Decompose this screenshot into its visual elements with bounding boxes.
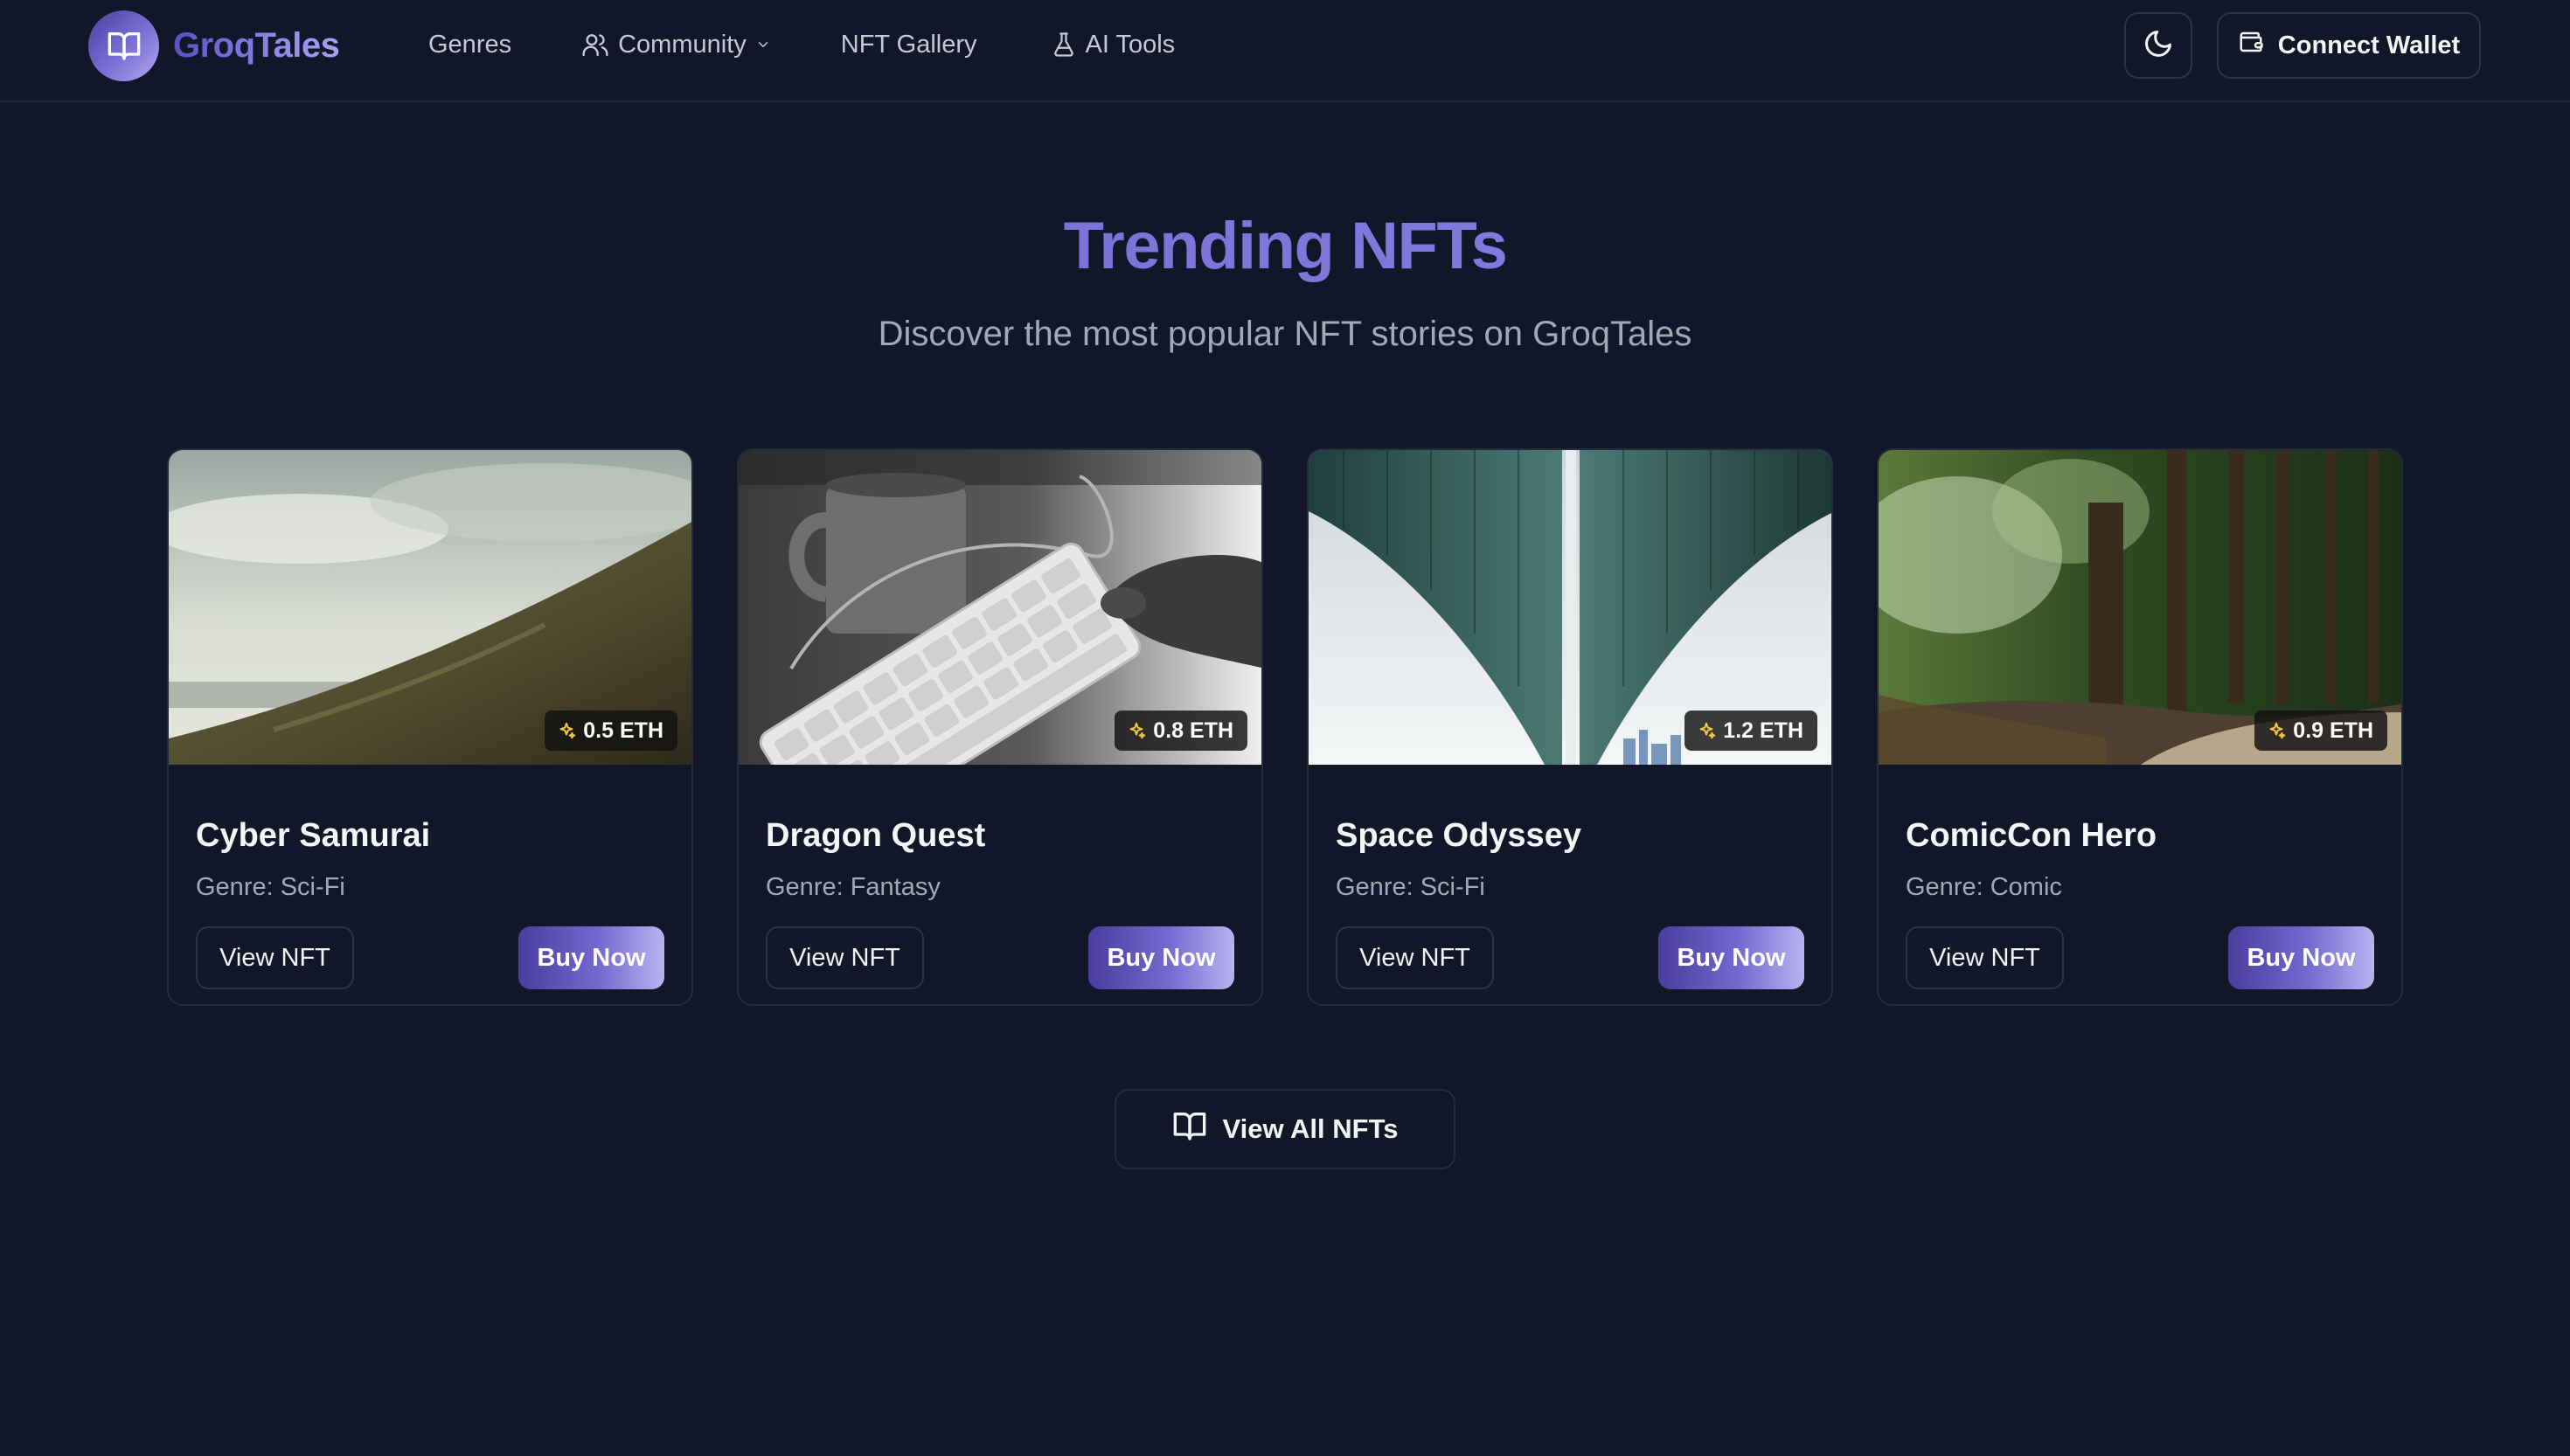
price-badge: 1.2 ETH [1684, 711, 1817, 751]
nav-item-label: AI Tools [1085, 30, 1176, 59]
flask-icon [1051, 31, 1077, 58]
brand-logo-link[interactable]: GroqTales [88, 10, 340, 81]
card-genre: Genre: Comic [1906, 873, 2062, 901]
buy-now-button[interactable]: Buy Now [2228, 926, 2374, 989]
card-body: ComicCon Hero Genre: Comic View NFT Buy … [1906, 765, 2374, 1004]
wallet-button-label: Connect Wallet [2277, 31, 2461, 59]
nav-item-label: Genres [428, 30, 512, 59]
price-badge: 0.8 ETH [1115, 711, 1247, 751]
book-open-icon [1172, 1108, 1207, 1150]
price-label: 1.2 ETH [1723, 718, 1803, 743]
page-title: Trending NFTs [0, 208, 2570, 284]
sparkles-icon [2267, 721, 2286, 740]
nft-card: 1.2 ETH Space Odyssey Genre: Sci-Fi View… [1307, 448, 1833, 1006]
page-subtitle: Discover the most popular NFT stories on… [878, 315, 1692, 353]
users-icon [581, 31, 609, 59]
sparkles-icon [1697, 721, 1716, 740]
card-title: Cyber Samurai [196, 817, 431, 854]
price-label: 0.8 ETH [1153, 718, 1233, 743]
price-badge: 0.9 ETH [2254, 711, 2387, 751]
nav-item-community[interactable]: Community [581, 22, 771, 68]
buy-now-button[interactable]: Buy Now [1088, 926, 1234, 989]
buy-now-button[interactable]: Buy Now [1658, 926, 1804, 989]
view-nft-button[interactable]: View NFT [1906, 926, 2064, 989]
nav-item-ai-tools[interactable]: AI Tools [1051, 22, 1176, 68]
book-open-icon [88, 10, 159, 81]
nft-card: 0.9 ETH ComicCon Hero Genre: Comic View … [1877, 448, 2403, 1006]
nft-image[interactable]: 0.5 ETH [169, 450, 691, 765]
sparkles-icon [557, 721, 576, 740]
brand-name: GroqTales [173, 25, 340, 65]
view-nft-button[interactable]: View NFT [1336, 926, 1494, 989]
card-genre: Genre: Sci-Fi [1336, 873, 1485, 901]
view-all-nfts-button[interactable]: View All NFTs [1115, 1089, 1455, 1169]
connect-wallet-button[interactable]: Connect Wallet [2217, 12, 2481, 79]
price-label: 0.5 ETH [583, 718, 663, 743]
view-nft-button[interactable]: View NFT [766, 926, 924, 989]
nav-item-label: Community [618, 30, 747, 59]
card-genre: Genre: Fantasy [766, 873, 941, 901]
top-navbar: GroqTales Genres Community NFT Gallery A… [0, 0, 2570, 102]
sparkles-icon [1127, 721, 1146, 740]
theme-toggle-button[interactable] [2124, 12, 2192, 79]
moon-icon [2143, 28, 2174, 64]
view-all-label: View All NFTs [1222, 1113, 1399, 1144]
wallet-icon [2238, 29, 2264, 62]
nft-image[interactable]: 0.8 ETH [739, 450, 1261, 765]
price-badge: 0.5 ETH [545, 711, 677, 751]
card-title: ComicCon Hero [1906, 817, 2157, 854]
card-title: Dragon Quest [766, 817, 986, 854]
chevron-down-icon [755, 37, 771, 52]
price-label: 0.9 ETH [2293, 718, 2373, 743]
card-body: Dragon Quest Genre: Fantasy View NFT Buy… [766, 765, 1234, 1004]
nav-item-label: NFT Gallery [840, 30, 977, 59]
nft-card: 0.5 ETH Cyber Samurai Genre: Sci-Fi View… [167, 448, 693, 1006]
main-nav: Genres Community NFT Gallery AI Tools [428, 0, 1175, 89]
card-genre: Genre: Sci-Fi [196, 873, 345, 901]
card-body: Space Odyssey Genre: Sci-Fi View NFT Buy… [1336, 765, 1804, 1004]
card-title: Space Odyssey [1336, 817, 1581, 854]
card-body: Cyber Samurai Genre: Sci-Fi View NFT Buy… [196, 765, 664, 1004]
nft-card: 0.8 ETH Dragon Quest Genre: Fantasy View… [737, 448, 1263, 1006]
nft-image[interactable]: 1.2 ETH [1309, 450, 1831, 765]
view-nft-button[interactable]: View NFT [196, 926, 354, 989]
buy-now-button[interactable]: Buy Now [518, 926, 664, 989]
nav-item-genres[interactable]: Genres [428, 22, 511, 68]
nav-item-nft-gallery[interactable]: NFT Gallery [841, 22, 977, 68]
nft-image[interactable]: 0.9 ETH [1879, 450, 2401, 765]
